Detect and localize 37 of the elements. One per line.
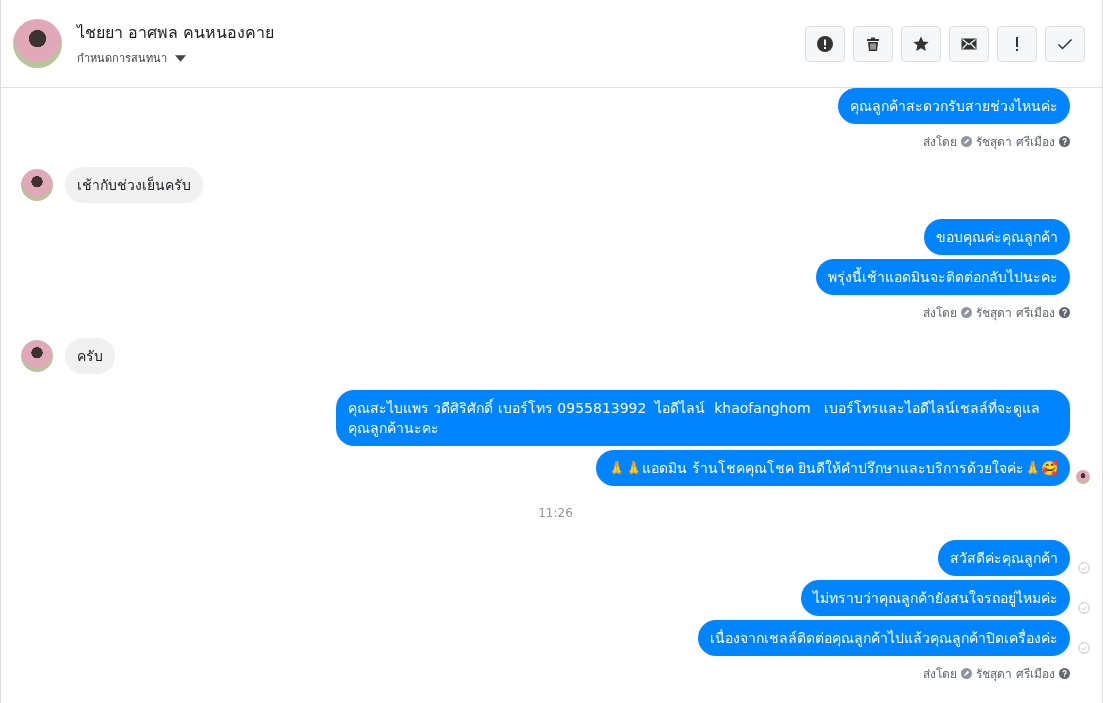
help-icon — [1059, 668, 1070, 679]
timestamp: 11:26 — [537, 506, 574, 520]
help-icon — [1059, 307, 1070, 318]
star-icon — [913, 35, 929, 52]
message-bubble: พรุ่งนี้เช้าแอดมินจะติดต่อกลับไปนะคะ — [816, 259, 1070, 295]
sender-name: รัชสุดา ศรีเมือง — [976, 134, 1055, 151]
avatar — [13, 19, 62, 68]
avatar — [21, 169, 53, 201]
caret-icon — [175, 54, 186, 62]
sender-name: รัชสุดา ศรีเมือง — [976, 305, 1055, 322]
message-bubble: คุณสะไบแพร วดีศิริศักดิ์ เบอร์โทร 0955813992 ไอดีไลน์ khaofanghom เบอร์โทรและไอดีไลน์เชลล์ที่จะดูแลคุณลูกค้านะคะ — [336, 390, 1070, 446]
pencil-icon — [961, 307, 973, 318]
sent-by-label: ส่งโดย — [923, 666, 958, 683]
message-bubble: ครับ — [65, 338, 115, 374]
contact-name: ไชยยา อาศพล คนหนองคาย — [77, 22, 276, 44]
message-bubble: เนื่องจากเชลล์ติดต่อคุณลูกค้าไปแล้วคุณลูกค้าปิดเครื่องค่ะ — [698, 620, 1070, 656]
sent-by-label: ส่งโดย — [923, 134, 958, 151]
pencil-icon — [961, 668, 973, 679]
trash-icon — [865, 35, 881, 52]
message-bubble: คุณลูกค้าสะดวกรับสายช่วงไหนค่ะ — [838, 88, 1070, 124]
message-bubble: 🙏🙏แอดมิน ร้านโชคคุณโชค ยินดีให้คำปรึกษาและบริการด้วยใจค่ะ🙏🥰 — [596, 450, 1070, 486]
pencil-icon — [961, 136, 973, 147]
trash-button[interactable] — [853, 25, 893, 62]
sender-name: รัชสุดา ศรีเมือง — [976, 666, 1055, 683]
star-button[interactable] — [901, 25, 941, 62]
message-bubble: ขอบคุณค่ะคุณลูกค้า — [924, 219, 1070, 255]
checkmark-button[interactable] — [1045, 25, 1085, 62]
message-bubble: เช้ากับช่วงเย็นครับ — [65, 167, 203, 203]
message-bubble: สวัสดีค่ะคุณลูกค้า — [938, 540, 1070, 576]
alert-button[interactable] — [805, 25, 845, 62]
avatar — [21, 340, 53, 372]
sent-by-label: ส่งโดย — [923, 305, 958, 322]
alert-icon — [817, 35, 833, 52]
conversation-options-dropdown[interactable]: กำหนดการสนทนา — [77, 49, 186, 67]
help-icon — [1059, 136, 1070, 147]
envelope-button[interactable] — [949, 25, 989, 62]
message-bubble: ไม่ทราบว่าคุณลูกค้ายังสนใจรถอยู่ไหมค่ะ — [801, 580, 1070, 616]
